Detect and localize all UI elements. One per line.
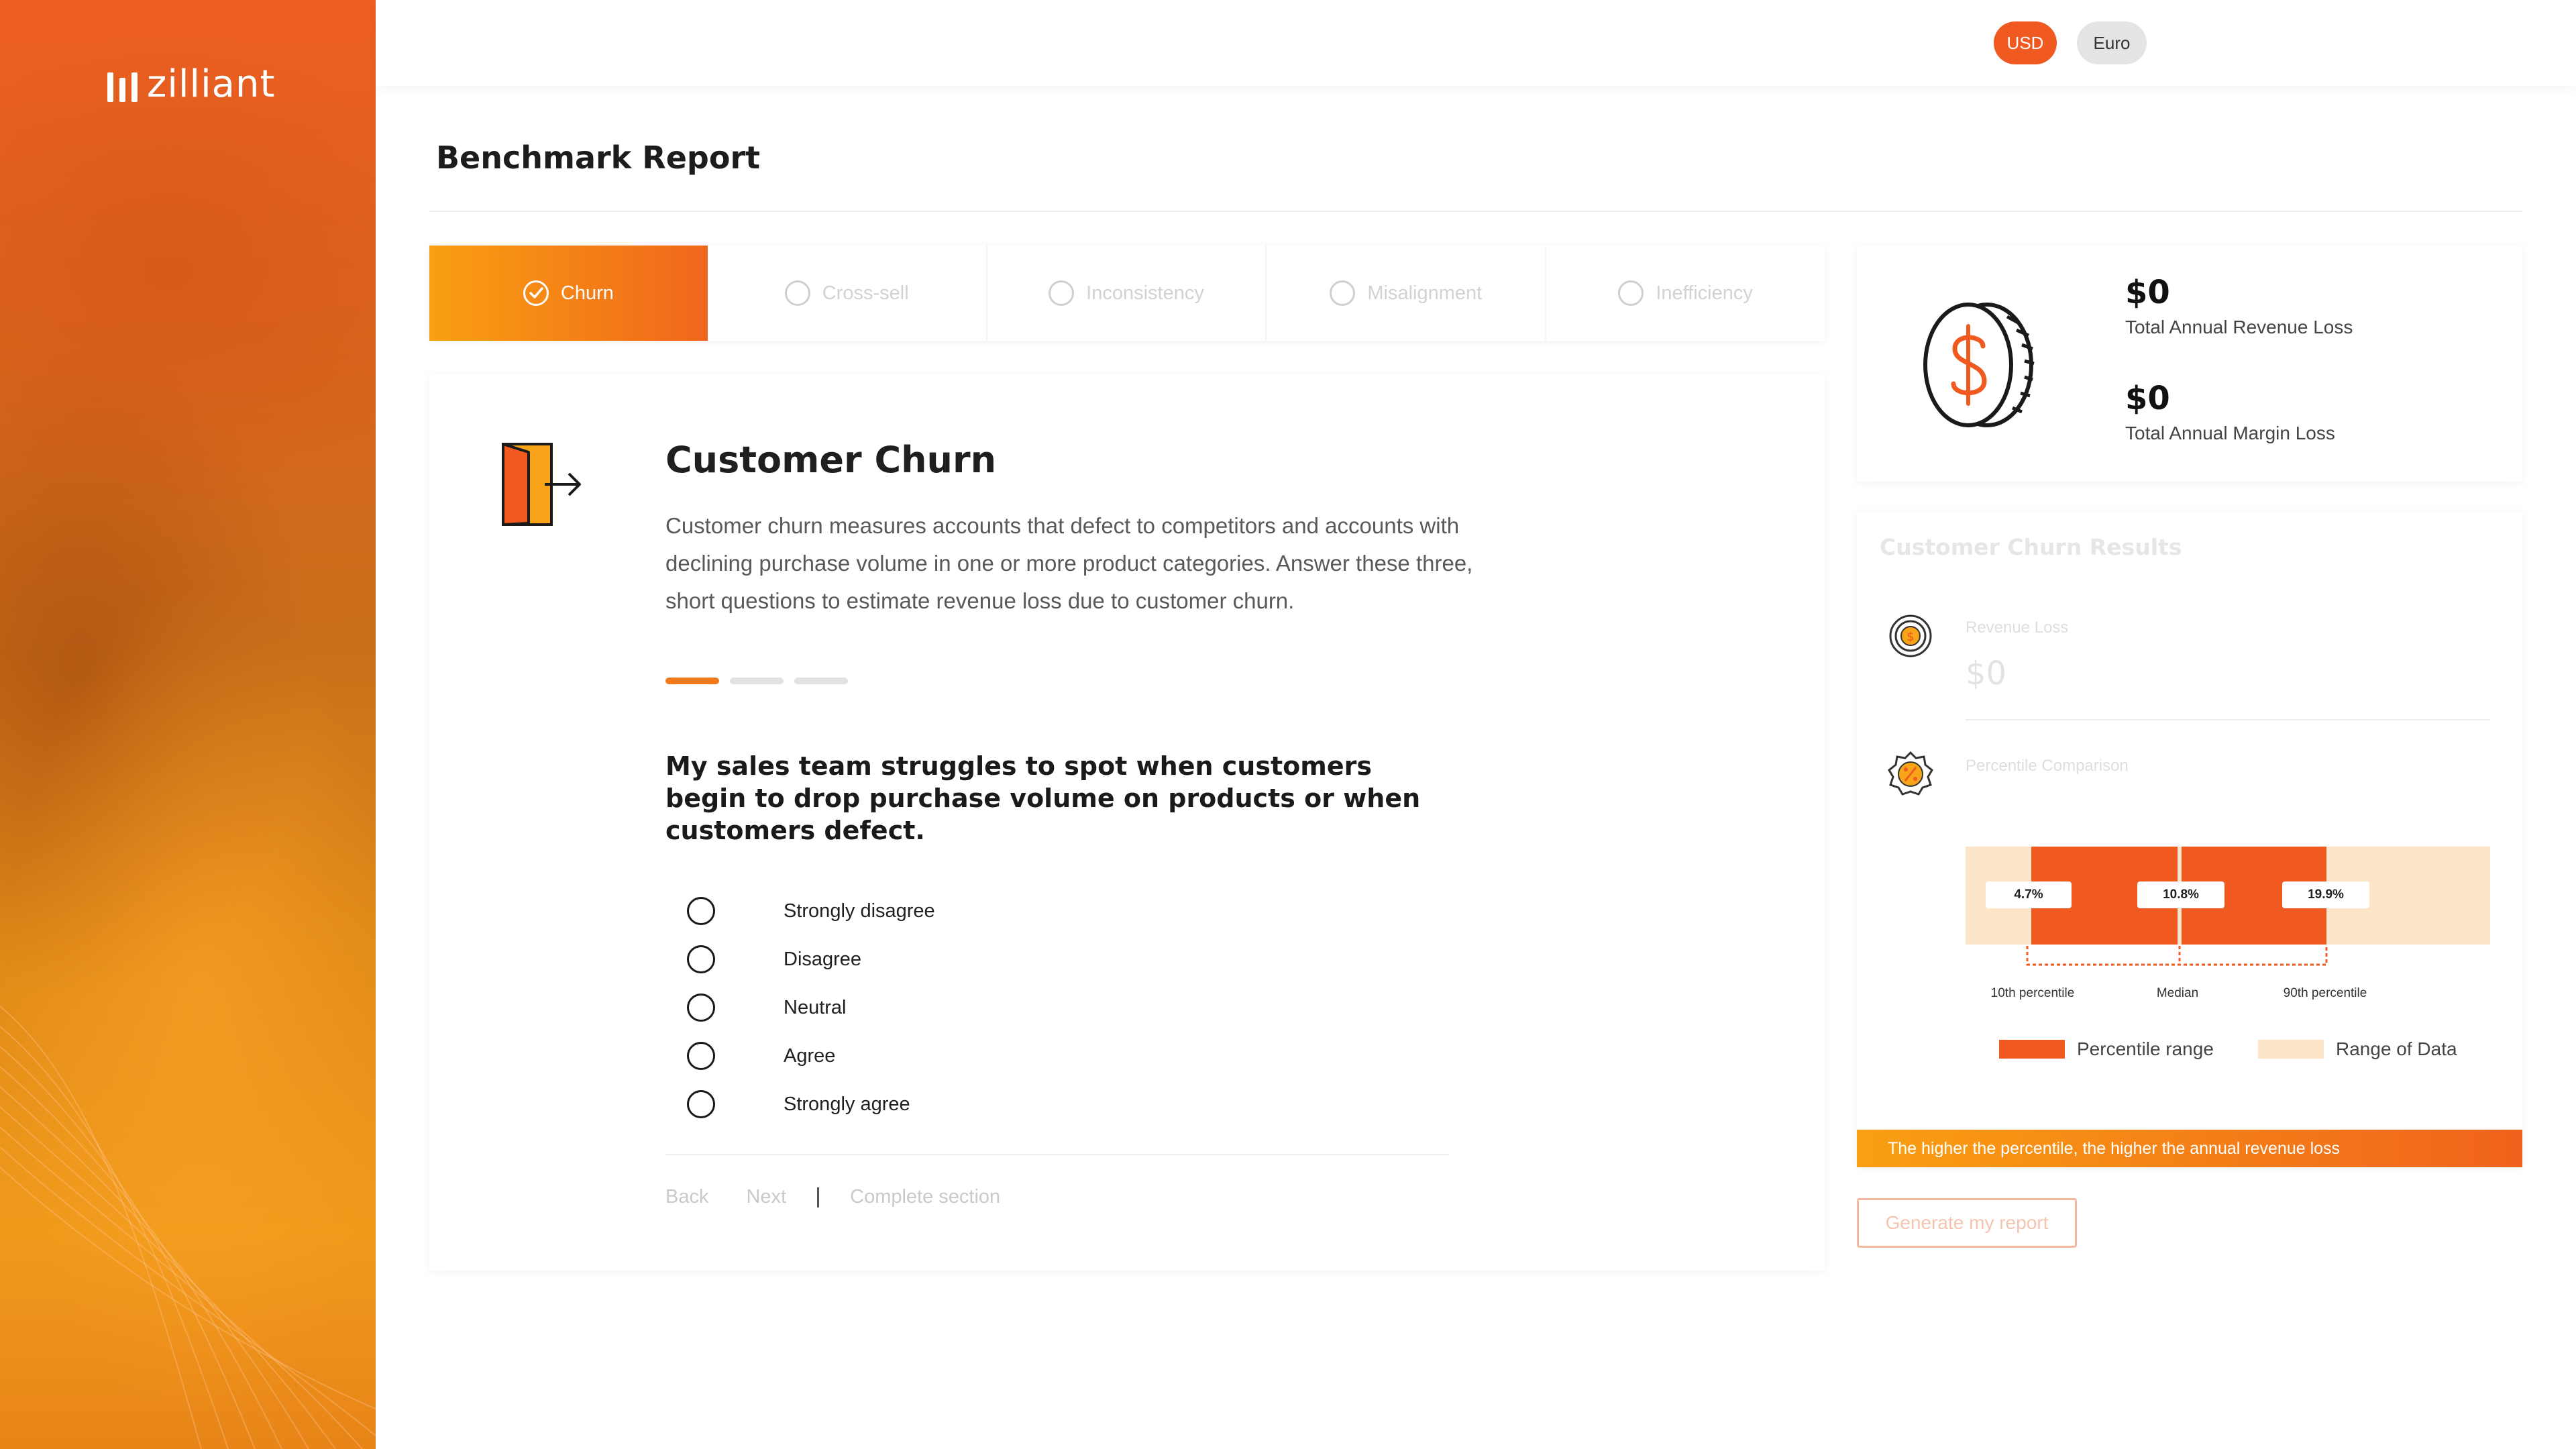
legend-range-of-data: Range of Data (2258, 1038, 2457, 1060)
progress-step (794, 678, 848, 684)
logo-text: zilliant (147, 62, 276, 106)
total-revenue-loss-value: $0 (2125, 274, 2170, 311)
tab-label: Misalignment (1367, 282, 1483, 304)
option-label: Disagree (784, 948, 862, 970)
option-strongly-agree[interactable]: Strongly agree (687, 1080, 935, 1128)
percentile-10-pill: 4.7% (1986, 881, 2072, 908)
back-link[interactable]: Back (665, 1186, 708, 1208)
check-circle-icon (523, 280, 549, 306)
progress-step (665, 678, 719, 684)
section-tabs: Churn Cross-sell Inconsistency Misalignm… (429, 246, 1825, 341)
logo-bars-icon (107, 67, 138, 105)
legend-label: Percentile range (2077, 1038, 2214, 1059)
coin-dollar-icon (1923, 303, 2035, 427)
revenue-loss-label: Revenue Loss (1966, 619, 2069, 637)
tab-misalignment[interactable]: Misalignment (1267, 246, 1547, 341)
currency-euro-button[interactable]: Euro (2077, 21, 2147, 64)
empty-circle-icon (1330, 280, 1356, 306)
tab-inefficiency[interactable]: Inefficiency (1546, 246, 1825, 341)
radio-button[interactable] (687, 994, 715, 1022)
option-label: Strongly agree (784, 1093, 910, 1115)
summary-card: $0 Total Annual Revenue Loss $0 Total An… (1857, 246, 2522, 482)
question-card: Customer Churn Customer churn measures a… (429, 374, 1825, 1271)
options-divider (665, 1154, 1449, 1155)
section-heading: Customer Churn (665, 439, 997, 481)
total-revenue-loss-label: Total Annual Revenue Loss (2125, 317, 2353, 337)
next-link[interactable]: Next (746, 1186, 786, 1208)
decorative-wave-lines (0, 1006, 376, 1449)
option-strongly-disagree[interactable]: Strongly disagree (687, 887, 935, 935)
tab-label: Cross-sell (822, 282, 909, 304)
answer-options: Strongly disagree Disagree Neutral Agree… (687, 887, 935, 1128)
top-bar (376, 0, 2576, 86)
svg-text:$: $ (1907, 630, 1914, 644)
axis-label-10th: 10th percentile (1990, 986, 2075, 1000)
legend-label: Range of Data (2336, 1038, 2457, 1059)
sidebar: zilliant (0, 0, 376, 1449)
title-divider (429, 211, 2522, 212)
page-title: Benchmark Report (436, 140, 761, 176)
tab-cross-sell[interactable]: Cross-sell (708, 246, 987, 341)
axis-label-90th: 90th percentile (2283, 986, 2367, 1000)
percentile-90-pill: 19.9% (2282, 881, 2369, 908)
option-label: Agree (784, 1044, 836, 1067)
tab-inconsistency[interactable]: Inconsistency (987, 246, 1267, 341)
legend-swatch (2258, 1040, 2324, 1059)
generate-report-button[interactable]: Generate my report (1857, 1198, 2077, 1248)
option-agree[interactable]: Agree (687, 1032, 935, 1080)
radio-button[interactable] (687, 1090, 715, 1118)
results-title: Customer Churn Results (1880, 534, 2182, 560)
empty-circle-icon (1618, 280, 1644, 306)
percentile-bracket (2026, 946, 2328, 966)
radio-button[interactable] (687, 945, 715, 973)
tab-label: Inconsistency (1086, 282, 1204, 304)
zilliant-logo[interactable]: zilliant (107, 64, 275, 105)
revenue-loss-value: $0 (1966, 655, 2007, 692)
currency-usd-button[interactable]: USD (1994, 21, 2057, 64)
percent-badge-icon (1888, 751, 1933, 796)
section-description: Customer churn measures accounts that de… (665, 513, 1473, 613)
complete-section-link[interactable]: Complete section (850, 1186, 1000, 1208)
option-neutral[interactable]: Neutral (687, 983, 935, 1032)
tab-label: Inefficiency (1656, 282, 1753, 304)
radio-button[interactable] (687, 1042, 715, 1070)
results-card: Customer Churn Results $ Revenue Loss $0… (1857, 513, 2522, 1167)
question-nav: Back Next Complete section (665, 1186, 1000, 1208)
progress-step (730, 678, 784, 684)
empty-circle-icon (1049, 280, 1075, 306)
tab-label: Churn (560, 282, 614, 304)
percentile-info-banner: The higher the percentile, the higher th… (1857, 1130, 2522, 1167)
question-text: My sales team struggles to spot when cus… (665, 751, 1421, 845)
radio-button[interactable] (687, 897, 715, 925)
nav-separator (817, 1187, 820, 1208)
axis-label-median: Median (2156, 986, 2199, 1000)
percentile-chart: 4.7% 10.8% 19.9% (1966, 847, 2490, 966)
tab-churn[interactable]: Churn (429, 246, 708, 341)
option-disagree[interactable]: Disagree (687, 935, 935, 983)
question-progress (665, 678, 848, 684)
total-margin-loss-label: Total Annual Margin Loss (2125, 423, 2335, 443)
legend-swatch (1999, 1040, 2065, 1059)
empty-circle-icon (784, 280, 810, 306)
option-label: Neutral (784, 996, 847, 1018)
legend-percentile-range: Percentile range (1999, 1038, 2214, 1060)
dollar-target-icon: $ (1889, 614, 1932, 657)
exit-door-icon (502, 443, 581, 526)
results-divider (1966, 719, 2490, 720)
percentile-comparison-label: Percentile Comparison (1966, 757, 2129, 775)
total-margin-loss-value: $0 (2125, 380, 2170, 417)
median-pill: 10.8% (2137, 881, 2224, 908)
option-label: Strongly disagree (784, 900, 935, 922)
